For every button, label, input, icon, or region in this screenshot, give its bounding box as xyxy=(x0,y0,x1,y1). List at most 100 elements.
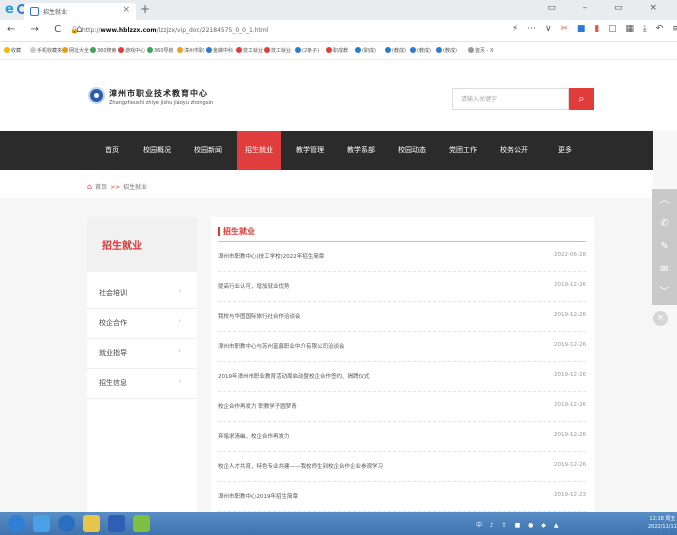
bookmark-item[interactable]: (职成) xyxy=(355,47,376,54)
news-row[interactable]: 我校与华图国际旅行社合作洽谈会 2019-12-26 xyxy=(218,302,586,332)
bookmark-item[interactable]: 技工就业 xyxy=(264,47,291,54)
bookmark-icon xyxy=(355,47,361,53)
url-field[interactable]: 🔒 http://www.hblzzx.com/lzzjzx/vip_doc/2… xyxy=(64,24,494,38)
bookmark-item[interactable]: 首页 - X xyxy=(468,47,493,54)
news-title[interactable]: 漳州市职教中心与苏州富鑫职业中介有限公司洽谈会 xyxy=(218,342,345,350)
taskbar: 中 ♪ ⇧ ■ ● ◆ ▲ 12:18 周五 2022/11/11 xyxy=(0,512,677,535)
sidebar-item[interactable]: 社会培训 › xyxy=(87,278,197,309)
scroll-down-icon[interactable]: ﹀ xyxy=(652,281,677,304)
sidebar-header: 招生就业 xyxy=(87,217,197,272)
news-row[interactable]: 漳州市职教中心(技工学校)2022年招生简章 2022-06-28 xyxy=(218,242,586,272)
nav-item[interactable]: 更多 xyxy=(543,131,587,170)
breadcrumb-home[interactable]: 首页 xyxy=(95,184,107,191)
bookmark-item[interactable]: (教成) xyxy=(385,47,406,54)
word-task-icon[interactable] xyxy=(108,515,125,532)
school-logo-icon[interactable] xyxy=(88,87,105,104)
bookmark-item[interactable]: 手机收藏夹 xyxy=(30,47,62,54)
close-float-icon[interactable]: × xyxy=(653,311,668,326)
browser-tab[interactable]: 招生就业 × xyxy=(24,3,136,20)
breadcrumb-current: 招生就业 xyxy=(123,184,148,191)
bookmark-icon xyxy=(90,47,96,53)
browser-task-icon[interactable] xyxy=(33,515,50,532)
news-row[interactable]: 漳州市职教中心与苏州富鑫职业中介有限公司洽谈会 2019-12-26 xyxy=(218,332,586,362)
edit-icon[interactable]: ✎ xyxy=(652,235,677,258)
chevron-right-icon: › xyxy=(178,377,181,385)
news-title[interactable]: 校企人才共育，特色专业共建——我校师生到校企合作企业参观学习 xyxy=(218,462,383,470)
toolbar-icons[interactable]: ⚡ ⋯ ∨ ✂ ■ ▮ ▢ ▦ ⤓ ↶ ≡ xyxy=(512,24,677,34)
phone-icon[interactable]: ✆ xyxy=(652,212,677,235)
nav-item[interactable]: 教学系部 xyxy=(339,131,383,170)
start-icon[interactable] xyxy=(8,515,25,532)
news-row[interactable]: 提高行业认可，增加就业优势 2019-12-26 xyxy=(218,272,586,302)
lock-icon: 🔒 xyxy=(70,26,79,34)
nav-item[interactable]: 党团工作 xyxy=(441,131,485,170)
news-title[interactable]: 弃暗求清幽，校企合作再发力 xyxy=(218,432,290,440)
chevron-right-icon: › xyxy=(178,347,181,355)
news-title[interactable]: 我校与华图国际旅行社合作洽谈会 xyxy=(218,312,301,320)
bookmark-icon xyxy=(264,47,270,53)
news-row[interactable]: 2019年漳州市职业教育活动周启动暨校企合作签约、揭牌仪式 2019-12-26 xyxy=(218,362,586,392)
news-date: 2019-12-26 xyxy=(554,372,586,378)
news-row[interactable]: 弃暗求清幽，校企合作再发力 2019-12-26 xyxy=(218,422,586,452)
nav-item[interactable]: 校园新闻 xyxy=(186,131,230,170)
bookmark-item[interactable]: (教成) xyxy=(436,47,457,54)
bookmark-item[interactable]: 收藏 xyxy=(4,47,21,54)
search-button[interactable]: ⌕ xyxy=(569,88,594,110)
address-bar: ← → C ⌂ 🔒 http://www.hblzzx.com/lzzjzx/v… xyxy=(0,20,677,42)
nav-item[interactable]: 校园概况 xyxy=(135,131,179,170)
folder-task-icon[interactable] xyxy=(83,515,100,532)
system-tray[interactable]: 中 ♪ ⇧ ■ ● ◆ ▲ xyxy=(476,520,561,529)
bookmark-icon xyxy=(410,47,416,53)
bookmark-item[interactable]: 360搜索 xyxy=(90,47,117,54)
sidebar-item[interactable]: 招生信息 › xyxy=(87,368,197,399)
bookmark-icon xyxy=(147,47,153,53)
sidebar-item[interactable]: 就业指导 › xyxy=(87,338,197,369)
mail-icon[interactable]: ✉ xyxy=(652,258,677,281)
clock[interactable]: 12:18 周五 2022/11/11 xyxy=(648,515,677,531)
tab-close-icon[interactable]: × xyxy=(122,5,130,15)
news-row[interactable]: 校企人才共育，特色专业共建——我校师生到校企合作企业参观学习 2019-12-26 xyxy=(218,452,586,482)
favicon-icon xyxy=(30,7,39,16)
news-title[interactable]: 校企合作再发力 职教学子圆梦青 xyxy=(218,402,297,410)
sidebar: 招生就业 社会培训 › 校企合作 › 就业指导 › 招生信息 › xyxy=(87,217,197,512)
news-row[interactable]: 校企合作再发力 职教学子圆梦青 2019-12-26 xyxy=(218,392,586,422)
news-row[interactable]: 漳州市职教中心2019年招生简章 2019-12-23 xyxy=(218,482,586,512)
sidebar-item-label: 校企合作 xyxy=(99,319,127,327)
chat-task-icon[interactable] xyxy=(133,515,150,532)
bookmark-item[interactable]: 网址大全 xyxy=(62,47,89,54)
window-controls[interactable]: ▭ – ▭ × xyxy=(547,3,669,13)
bookmarks-bar: 收藏 手机收藏夹 网址大全 360搜索 游戏中心 360导航 漳州市职 金蝶中科 技工就业 技工就… xyxy=(0,42,677,60)
sidebar-item[interactable]: 校企合作 › xyxy=(87,308,197,339)
sidebar-item-label: 社会培训 xyxy=(99,289,127,297)
url-text[interactable]: http://www.hblzzx.com/lzzjzx/vip_doc/221… xyxy=(82,27,268,34)
nav-item[interactable]: 校务公开 xyxy=(492,131,536,170)
sidebar-item-label: 就业指导 xyxy=(99,349,127,357)
bookmark-item[interactable]: (2条子) xyxy=(295,47,319,54)
bookmark-item[interactable]: 360导航 xyxy=(147,47,174,54)
bookmark-item[interactable]: 职成教 xyxy=(326,47,348,54)
bookmark-item[interactable]: 技工就业 xyxy=(236,47,263,54)
news-date: 2019-12-26 xyxy=(554,462,586,468)
new-tab-button[interactable]: + xyxy=(140,2,150,16)
bookmark-item[interactable]: 游戏中心 xyxy=(118,47,145,54)
bookmark-item[interactable]: 漳州市职 xyxy=(177,47,204,54)
news-title[interactable]: 提高行业认可，增加就业优势 xyxy=(218,282,290,290)
nav-item[interactable]: 首页 xyxy=(90,131,134,170)
news-title[interactable]: 2019年漳州市职业教育活动周启动暨校企合作签约、揭牌仪式 xyxy=(218,372,370,380)
school-name[interactable]: 漳州市职业技术教育中心 xyxy=(109,88,208,99)
news-title[interactable]: 漳州市职教中心(技工学校)2022年招生简章 xyxy=(218,252,324,260)
news-title[interactable]: 漳州市职教中心2019年招生简章 xyxy=(218,492,298,500)
site-header: 漳州市职业技术教育中心 Zhangzhoushi zhiye jishu jia… xyxy=(0,60,653,131)
news-date: 2019-12-26 xyxy=(554,282,586,288)
bookmark-icon xyxy=(295,47,301,53)
scroll-up-icon[interactable]: ︿ xyxy=(652,189,677,212)
section-title: 招生就业 xyxy=(218,227,255,236)
bookmark-item[interactable]: (教成) xyxy=(410,47,431,54)
nav-item[interactable]: 校园动态 xyxy=(390,131,434,170)
nav-item[interactable]: 教学管理 xyxy=(288,131,332,170)
bookmark-item[interactable]: 金蝶中科 xyxy=(206,47,233,54)
search-input[interactable] xyxy=(452,88,569,110)
home-icon[interactable]: ⌂ xyxy=(87,182,92,191)
nav-item[interactable]: 招生就业 xyxy=(237,131,281,170)
app-task-icon[interactable] xyxy=(58,515,75,532)
